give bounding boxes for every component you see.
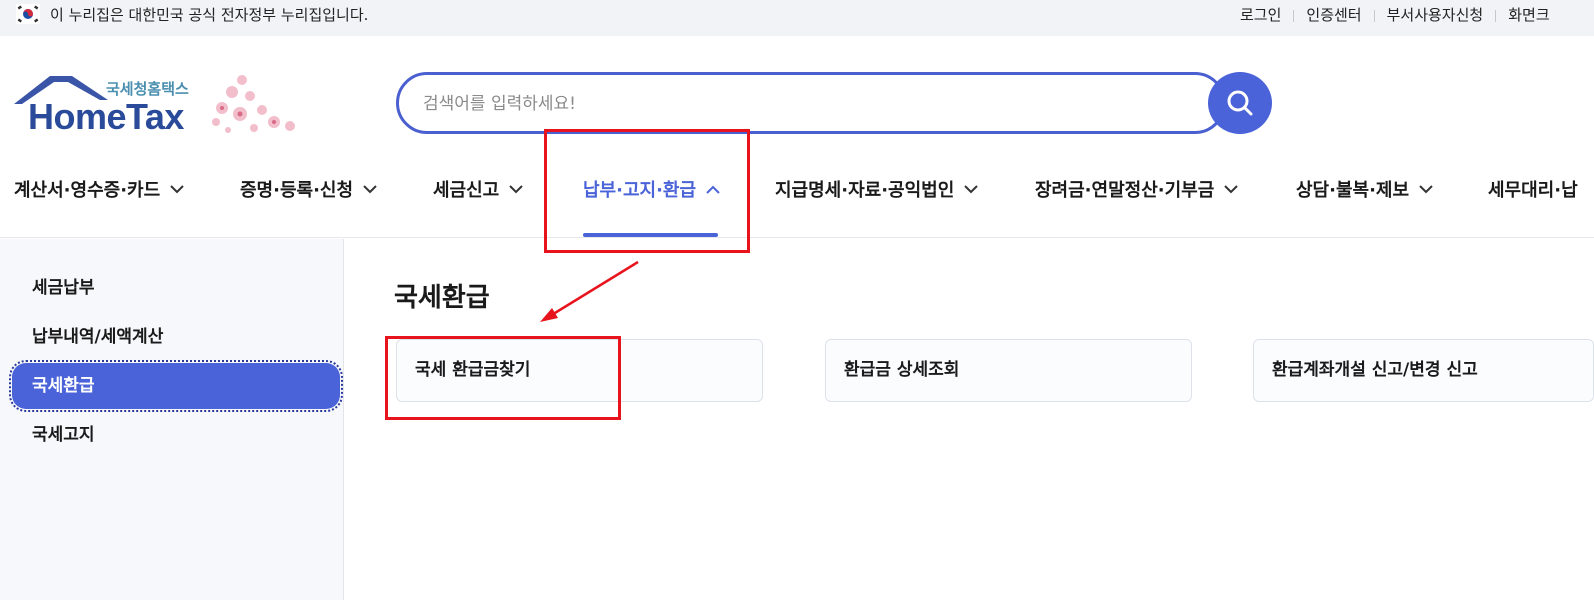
annotation-arrow-icon bbox=[540, 260, 639, 322]
